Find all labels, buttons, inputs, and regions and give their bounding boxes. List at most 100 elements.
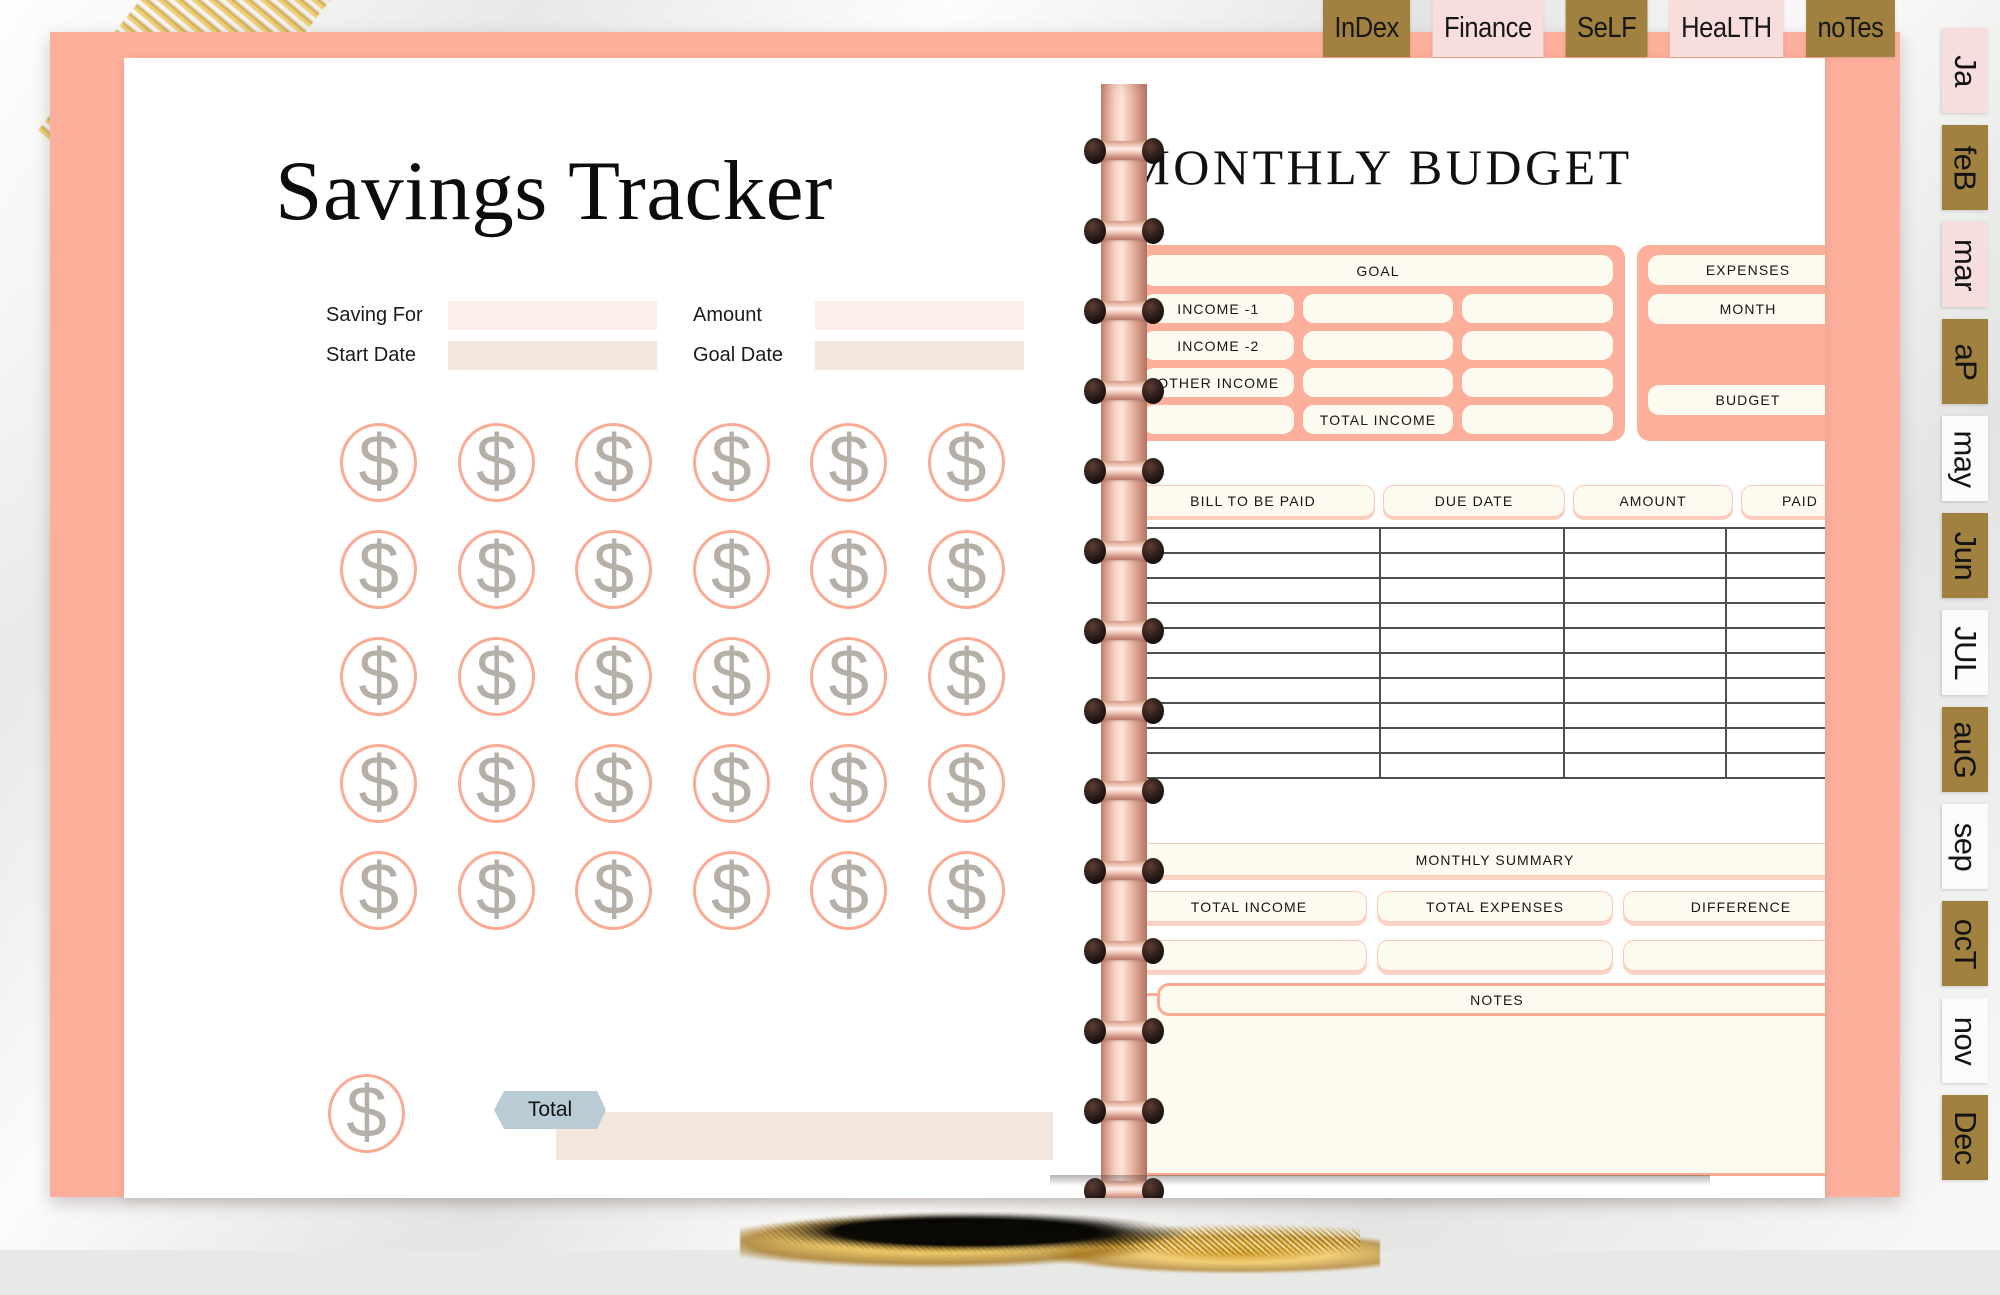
- bills-table-cell[interactable]: [1725, 727, 1825, 754]
- bills-table-cell[interactable]: [1563, 527, 1727, 554]
- dollar-coin-icon[interactable]: $: [340, 744, 418, 823]
- dollar-coin-icon[interactable]: $: [810, 530, 888, 609]
- category-tab-notes[interactable]: noTes: [1806, 0, 1895, 57]
- income-row-value-right[interactable]: [1462, 331, 1614, 360]
- category-tab-self[interactable]: SeLF: [1565, 0, 1648, 57]
- income-row-value-right[interactable]: [1462, 368, 1614, 397]
- bills-table-cell[interactable]: [1563, 702, 1727, 729]
- month-tab-aug[interactable]: auG: [1942, 707, 1988, 792]
- bills-table-cell[interactable]: [1131, 727, 1381, 754]
- dollar-coin-icon[interactable]: $: [927, 423, 1005, 502]
- dollar-coin-icon[interactable]: $: [457, 423, 535, 502]
- bills-table-cell[interactable]: [1725, 702, 1825, 729]
- category-tab-health[interactable]: HeaLTH: [1669, 0, 1784, 57]
- bills-table-cell[interactable]: [1725, 602, 1825, 629]
- bills-table-cell[interactable]: [1725, 527, 1825, 554]
- bills-table-cell[interactable]: [1131, 552, 1381, 579]
- bills-table-cell[interactable]: [1131, 527, 1381, 554]
- bills-table-cell[interactable]: [1131, 577, 1381, 604]
- month-tab-mar[interactable]: mar: [1942, 222, 1988, 307]
- income-row-value-mid[interactable]: [1302, 331, 1454, 360]
- month-tab-jun[interactable]: Jun: [1942, 513, 1988, 598]
- dollar-coin-icon[interactable]: $: [810, 423, 888, 502]
- bills-table-cell[interactable]: [1563, 552, 1727, 579]
- income-row-value-mid[interactable]: [1302, 368, 1454, 397]
- bills-table-cell[interactable]: [1379, 527, 1565, 554]
- month-tab-oct[interactable]: ocT: [1942, 901, 1988, 986]
- summary-value-input[interactable]: [1131, 940, 1367, 971]
- month-tab-dec[interactable]: Dec: [1942, 1095, 1988, 1180]
- bills-table-cell[interactable]: [1563, 727, 1727, 754]
- month-tab-may[interactable]: may: [1942, 416, 1988, 501]
- dollar-coin-icon[interactable]: $: [340, 423, 418, 502]
- bills-table-cell[interactable]: [1379, 727, 1565, 754]
- total-income-value-left[interactable]: [1143, 405, 1294, 434]
- bills-table-cell[interactable]: [1563, 627, 1727, 654]
- bills-table-cell[interactable]: [1379, 602, 1565, 629]
- bills-table-cell[interactable]: [1131, 677, 1381, 704]
- budget-field[interactable]: BUDGET: [1648, 385, 1825, 415]
- dollar-coin-icon[interactable]: $: [457, 637, 535, 716]
- bills-table-cell[interactable]: [1725, 627, 1825, 654]
- bills-table-cell[interactable]: [1379, 552, 1565, 579]
- dollar-coin-icon[interactable]: $: [927, 744, 1005, 823]
- bills-table-cell[interactable]: [1725, 577, 1825, 604]
- category-tab-finance[interactable]: Finance: [1432, 0, 1544, 57]
- month-tab-ja[interactable]: Ja: [1942, 28, 1988, 113]
- month-tab-jul[interactable]: JUL: [1942, 610, 1988, 695]
- amount-input[interactable]: [815, 301, 1024, 330]
- income-row-value-right[interactable]: [1462, 294, 1614, 323]
- bills-table-cell[interactable]: [1725, 552, 1825, 579]
- dollar-coin-icon[interactable]: $: [927, 851, 1005, 930]
- dollar-coin-icon[interactable]: $: [810, 637, 888, 716]
- month-tab-nov[interactable]: nov: [1942, 998, 1988, 1083]
- month-tab-feb[interactable]: feB: [1942, 125, 1988, 210]
- bills-table[interactable]: [1131, 527, 1825, 779]
- dollar-coin-icon[interactable]: $: [692, 744, 770, 823]
- bills-table-cell[interactable]: [1563, 752, 1727, 779]
- dollar-coin-icon[interactable]: $: [810, 851, 888, 930]
- bills-table-cell[interactable]: [1379, 627, 1565, 654]
- bills-table-cell[interactable]: [1131, 652, 1381, 679]
- income-row-value-mid[interactable]: [1302, 294, 1454, 323]
- bills-table-cell[interactable]: [1563, 602, 1727, 629]
- summary-value-input[interactable]: [1377, 940, 1613, 971]
- savings-total-input[interactable]: [556, 1112, 1053, 1160]
- month-tab-sep[interactable]: sep: [1942, 804, 1988, 889]
- dollar-coin-icon[interactable]: $: [927, 530, 1005, 609]
- month-field[interactable]: MONTH: [1648, 294, 1825, 324]
- bills-table-cell[interactable]: [1563, 577, 1727, 604]
- bills-table-cell[interactable]: [1131, 752, 1381, 779]
- dollar-coin-icon[interactable]: $: [692, 530, 770, 609]
- dollar-coin-icon[interactable]: $: [340, 851, 418, 930]
- bills-table-cell[interactable]: [1563, 652, 1727, 679]
- bills-table-cell[interactable]: [1379, 677, 1565, 704]
- bills-table-cell[interactable]: [1131, 602, 1381, 629]
- goal-date-input[interactable]: [815, 341, 1024, 370]
- dollar-coin-icon[interactable]: $: [340, 530, 418, 609]
- bills-table-cell[interactable]: [1563, 677, 1727, 704]
- bills-table-cell[interactable]: [1725, 677, 1825, 704]
- dollar-coin-icon[interactable]: $: [692, 851, 770, 930]
- dollar-coin-icon[interactable]: $: [927, 637, 1005, 716]
- dollar-coin-icon[interactable]: $: [692, 637, 770, 716]
- notes-textarea[interactable]: [1133, 993, 1825, 1176]
- dollar-coin-icon[interactable]: $: [575, 851, 653, 930]
- dollar-coin-icon[interactable]: $: [457, 851, 535, 930]
- dollar-coin-icon[interactable]: $: [340, 637, 418, 716]
- start-date-input[interactable]: [448, 341, 657, 370]
- total-income-value-right[interactable]: [1462, 405, 1614, 434]
- dollar-coin-icon[interactable]: $: [328, 1074, 405, 1153]
- dollar-coin-icon[interactable]: $: [692, 423, 770, 502]
- goal-field[interactable]: GOAL: [1143, 255, 1613, 286]
- saving-for-input[interactable]: [448, 301, 657, 330]
- bills-table-cell[interactable]: [1379, 702, 1565, 729]
- dollar-coin-icon[interactable]: $: [457, 530, 535, 609]
- dollar-coin-icon[interactable]: $: [810, 744, 888, 823]
- category-tab-index[interactable]: InDex: [1322, 0, 1411, 57]
- bills-table-cell[interactable]: [1379, 752, 1565, 779]
- bills-table-cell[interactable]: [1725, 652, 1825, 679]
- dollar-coin-icon[interactable]: $: [575, 530, 653, 609]
- bills-table-cell[interactable]: [1725, 752, 1825, 779]
- month-tab-ap[interactable]: aP: [1942, 319, 1988, 404]
